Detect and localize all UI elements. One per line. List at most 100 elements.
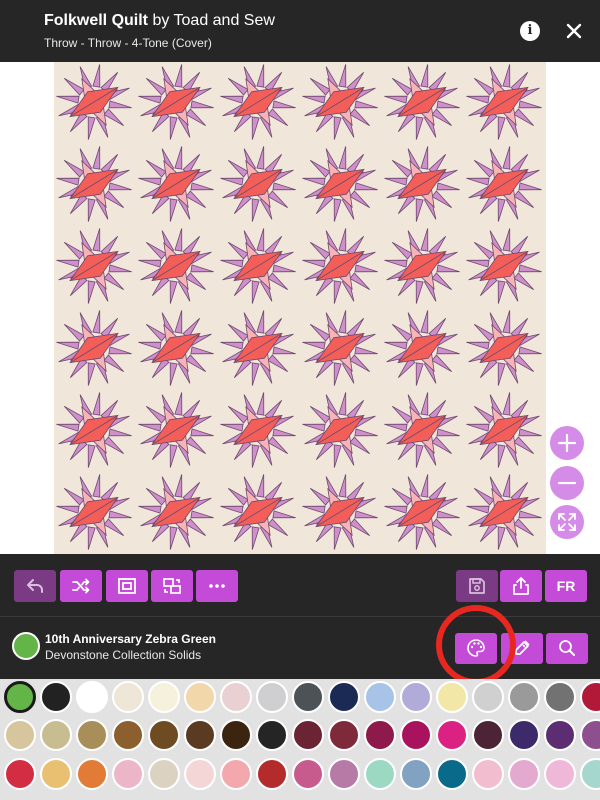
zoom-in-button[interactable] (550, 426, 584, 460)
quilt-star-point (174, 474, 183, 498)
swap-icon (163, 578, 181, 594)
quilt-star-point (431, 108, 452, 127)
palette-swatch[interactable] (184, 758, 216, 790)
palette-swatch[interactable] (4, 681, 36, 713)
quilt-star-point (272, 182, 296, 191)
palette-swatch[interactable] (580, 681, 600, 713)
palette-swatch[interactable] (4, 758, 36, 790)
palette-swatch[interactable] (292, 681, 324, 713)
palette-swatch[interactable] (328, 758, 360, 790)
palette-swatch[interactable] (220, 681, 252, 713)
quilt-preview[interactable] (54, 62, 546, 554)
quilt-star-point (392, 323, 413, 342)
palette-swatch[interactable] (292, 719, 324, 751)
palette-swatch[interactable] (40, 758, 72, 790)
palette-swatch[interactable] (508, 758, 540, 790)
quilt-star-point (272, 428, 296, 437)
palette-swatch[interactable] (400, 758, 432, 790)
quilt-star-point (466, 177, 490, 186)
quilt-star-point (272, 510, 296, 519)
quilt-star-point (466, 95, 490, 104)
palette-swatch[interactable] (148, 758, 180, 790)
palette-swatch[interactable] (112, 681, 144, 713)
palette-swatch[interactable] (544, 719, 576, 751)
undo-button[interactable] (14, 570, 56, 602)
palette-swatch[interactable] (364, 758, 396, 790)
quilt-star-point (267, 354, 288, 373)
palette-swatch[interactable] (184, 681, 216, 713)
palette-swatch[interactable] (508, 681, 540, 713)
header-bar: Folkwell Quilt by Toad and Sew Throw - T… (0, 0, 600, 62)
quilt-star-point (392, 159, 413, 178)
design-canvas[interactable] (0, 62, 600, 554)
palette-swatch[interactable] (544, 681, 576, 713)
quilt-star-point (518, 346, 542, 355)
palette-swatch[interactable] (400, 681, 432, 713)
palette-swatch[interactable] (364, 719, 396, 751)
palette-swatch[interactable] (328, 719, 360, 751)
quilt-star-point (256, 146, 265, 170)
palette-swatch[interactable] (184, 719, 216, 751)
quilt-star-point (108, 428, 132, 437)
quilt-star-point (190, 428, 214, 437)
quilt-star-point (174, 228, 183, 252)
palette-swatch[interactable] (292, 758, 324, 790)
palette-swatch[interactable] (472, 758, 504, 790)
palette-swatch[interactable] (508, 719, 540, 751)
quilt-star-point (333, 198, 342, 222)
palette-swatch[interactable] (328, 681, 360, 713)
quilt-star-point (338, 474, 347, 498)
quilt-star-point (502, 474, 511, 498)
quilt-star-point (392, 405, 413, 424)
palette-swatch[interactable] (256, 719, 288, 751)
quilt-star-point (272, 264, 296, 273)
palette-swatch[interactable] (544, 758, 576, 790)
palette-swatch[interactable] (148, 681, 180, 713)
quilt-star-point (474, 77, 495, 96)
palette-swatch[interactable] (148, 719, 180, 751)
palette-swatch[interactable] (580, 758, 600, 790)
quilt-star-point (146, 323, 167, 342)
quilt-star-point (92, 64, 101, 88)
quilt-star-point (138, 423, 162, 432)
palette-swatch[interactable] (76, 719, 108, 751)
palette-swatch[interactable] (40, 719, 72, 751)
palette-swatch[interactable] (436, 719, 468, 751)
palette-swatch[interactable] (436, 758, 468, 790)
fit-screen-button[interactable] (550, 505, 584, 539)
palette-swatch[interactable] (112, 758, 144, 790)
palette-swatch[interactable] (4, 719, 36, 751)
zoom-out-button[interactable] (550, 466, 584, 500)
palette-swatch[interactable] (580, 719, 600, 751)
palette-swatch[interactable] (40, 681, 72, 713)
palette-swatch[interactable] (400, 719, 432, 751)
palette-swatch[interactable] (76, 681, 108, 713)
shuffle-button[interactable] (60, 570, 102, 602)
quilt-star-point (431, 190, 452, 209)
quilt-star-point (338, 310, 347, 334)
quilt-star-point (228, 77, 249, 96)
palette-swatch[interactable] (112, 719, 144, 751)
palette-swatch[interactable] (256, 758, 288, 790)
more-button[interactable] (196, 570, 238, 602)
palette-swatch[interactable] (256, 681, 288, 713)
palette-swatch[interactable] (220, 719, 252, 751)
quilt-star-point (392, 487, 413, 506)
search-fabric-button[interactable] (546, 633, 588, 664)
quilt-star-point (354, 264, 378, 273)
quilt-star-point (420, 392, 429, 416)
palette-swatch[interactable] (472, 719, 504, 751)
close-button[interactable] (564, 20, 584, 42)
palette-swatch[interactable] (220, 758, 252, 790)
save-button[interactable] (456, 570, 498, 602)
swap-button[interactable] (151, 570, 193, 602)
palette-swatch[interactable] (472, 681, 504, 713)
share-button[interactable] (500, 570, 542, 602)
language-button[interactable]: FR (545, 570, 587, 602)
palette-swatch[interactable] (436, 681, 468, 713)
palette-swatch[interactable] (364, 681, 396, 713)
quilt-star-point (415, 444, 424, 468)
info-button[interactable]: i (520, 21, 540, 41)
palette-swatch[interactable] (76, 758, 108, 790)
fit-quilt-button[interactable] (106, 570, 148, 602)
